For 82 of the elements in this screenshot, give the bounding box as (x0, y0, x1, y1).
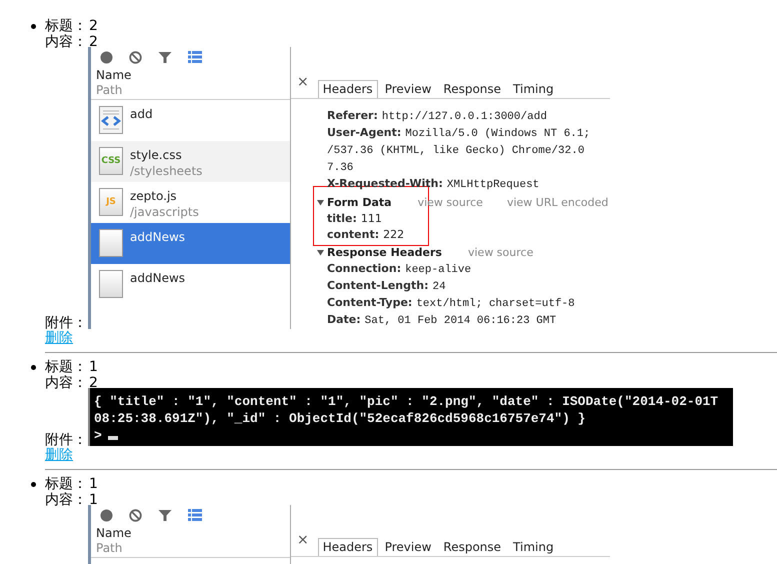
request-path: /stylesheets (130, 163, 202, 179)
record-icon[interactable] (100, 508, 113, 522)
tab[interactable]: Headers (318, 538, 378, 556)
title-value: 1 (89, 476, 98, 492)
cursor-icon (108, 436, 118, 440)
bullet-icon (31, 365, 36, 370)
content-value: 1 (89, 492, 98, 508)
disclosure-triangle-icon[interactable] (317, 249, 324, 256)
path-column-heading: Path (96, 541, 122, 556)
file-icon: JS (99, 188, 123, 216)
name-column-heading: Name (96, 68, 132, 83)
title-label: 标题： (45, 359, 88, 375)
header-value: 24 (432, 281, 446, 293)
list-view-icon[interactable] (188, 509, 202, 521)
bullet-icon (31, 482, 36, 487)
attachment-label: 附件： (45, 315, 87, 331)
header-value: 111 (360, 212, 382, 225)
header-value: /537.36 (KHTML, like Gecko) Chrome/32.0 (327, 145, 584, 157)
title-label: 标题： (45, 18, 88, 34)
tab[interactable]: Response (438, 80, 506, 98)
path-column-heading: Path (96, 83, 122, 98)
tab[interactable]: Headers (318, 80, 378, 98)
request-name: zepto.js (130, 188, 177, 204)
content-label: 内容： (45, 375, 88, 391)
title-value: 1 (89, 359, 98, 375)
request-path: /javascripts (130, 204, 199, 220)
view-link[interactable]: view URL encoded (506, 194, 608, 211)
header-name: User-Agent: (327, 126, 402, 139)
filter-icon[interactable] (158, 508, 172, 522)
header-value: http://127.0.0.1:3000/add (382, 111, 547, 123)
html-file-icon (99, 106, 123, 134)
section-title: Response Headers (327, 245, 442, 261)
blank-file-icon (99, 229, 123, 257)
close-button[interactable]: × (297, 532, 309, 548)
tab[interactable]: Timing (508, 80, 559, 98)
tab[interactable]: Preview (380, 538, 436, 556)
header-value: XMLHttpRequest (446, 179, 540, 191)
clear-icon[interactable] (129, 508, 142, 522)
header-value: keep-alive (405, 264, 472, 276)
bullet-icon (31, 24, 36, 29)
name-column-heading: Name (96, 526, 132, 541)
console-output: 08:25:38.691Z"), "_id" : ObjectId("52ecaf826cd5968c16757e74") } (94, 410, 586, 427)
header-value: 222 (383, 228, 404, 241)
content-value: 2 (89, 34, 98, 50)
header-name: Date: (327, 313, 361, 326)
view-link[interactable]: view source (468, 244, 534, 261)
console-prompt: > (94, 427, 102, 444)
tab[interactable]: Preview (380, 80, 436, 98)
header-value: Mozilla/5.0 (Windows NT 6.1; (405, 128, 590, 140)
header-name: content: (327, 228, 380, 241)
header-name: Referer: (327, 109, 378, 122)
header-name: Content-Length: (327, 279, 428, 292)
header-value: text/html; charset=utf-8 (416, 298, 575, 310)
tab[interactable]: Response (438, 538, 506, 556)
request-name: style.css (130, 147, 182, 163)
header-name: Connection: (327, 262, 402, 275)
request-name: addNews (130, 270, 186, 286)
header-name: Content-Type: (327, 296, 412, 309)
request-name: add (130, 106, 153, 122)
title-value: 2 (89, 18, 98, 34)
content-label: 内容： (45, 34, 88, 50)
attachment-label: 附件： (45, 432, 87, 448)
file-icon: CSS (99, 147, 123, 175)
title-label: 标题： (45, 476, 88, 492)
content-value: 2 (89, 375, 98, 391)
disclosure-triangle-icon[interactable] (317, 199, 324, 206)
content-label: 内容： (45, 492, 88, 508)
clear-icon[interactable] (129, 50, 142, 64)
header-value: Sat, 01 Feb 2014 06:16:23 GMT (364, 315, 556, 327)
console-output: { "title" : "1", "content" : "1", "pic" : "2.png", "date" : ISODate("2014-02-01T (94, 393, 718, 410)
record-icon[interactable] (100, 50, 113, 64)
blank-file-icon (99, 270, 123, 298)
list-view-icon[interactable] (188, 51, 202, 63)
request-row[interactable]: addNews (91, 223, 290, 264)
section-title: Form Data (327, 195, 392, 211)
close-button[interactable]: × (297, 74, 309, 90)
filter-icon[interactable] (158, 50, 172, 64)
header-name: title: (327, 212, 357, 225)
tab[interactable]: Timing (508, 538, 559, 556)
request-name: addNews (130, 229, 186, 245)
header-value: 7.36 (327, 162, 354, 174)
request-row[interactable]: CSS style.css /stylesheets (91, 141, 290, 182)
